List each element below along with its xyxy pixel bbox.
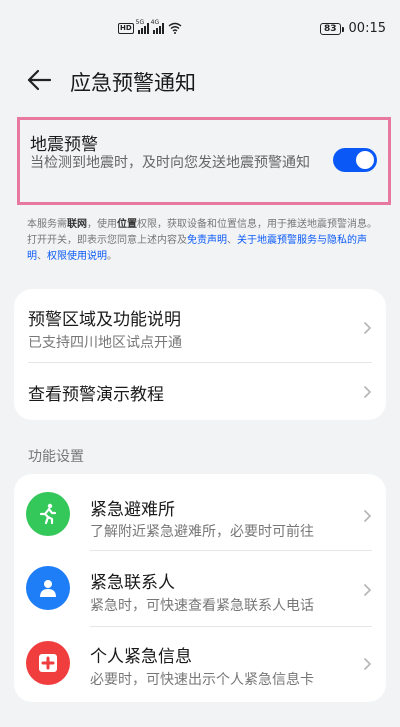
personal-emergency-info-item[interactable]: 个人紧急信息 必要时，可快速出示个人紧急信息卡	[14, 627, 386, 702]
info-card: 预警区域及功能说明 已支持四川地区试点开通 查看预警演示教程	[14, 289, 386, 420]
permission-usage-link[interactable]: 权限使用说明	[47, 251, 107, 262]
shelter-title: 紧急避难所	[90, 500, 175, 520]
demo-tutorial-item[interactable]: 查看预警演示教程	[14, 363, 386, 420]
battery-icon: 83	[320, 22, 344, 35]
personal-emergency-info-subtitle: 必要时，可快速出示个人紧急信息卡	[90, 672, 314, 688]
person-icon	[26, 566, 70, 610]
earthquake-warning-toggle[interactable]	[333, 148, 377, 172]
wifi-icon	[168, 22, 182, 34]
section-label-feature-settings: 功能设置	[28, 449, 84, 465]
notice-text: 本服务需	[27, 219, 67, 230]
page-header: 应急预警通知	[0, 58, 400, 102]
signal-label-1: 5G	[135, 18, 145, 26]
earthquake-warning-setting[interactable]: 地震预警 当检测到地震时，及时向您发送地震预警通知	[17, 117, 391, 205]
page-title: 应急预警通知	[70, 71, 196, 95]
warning-area-title: 预警区域及功能说明	[28, 310, 181, 330]
demo-tutorial-title: 查看预警演示教程	[28, 385, 164, 405]
personal-emergency-info-title: 个人紧急信息	[90, 647, 192, 667]
status-right: 83 00:15	[320, 21, 386, 36]
signal-icon-2: 4G	[151, 19, 164, 34]
clock: 00:15	[348, 21, 386, 36]
chevron-right-icon	[363, 657, 372, 671]
status-left: HD 5G 4G	[118, 19, 182, 34]
medical-cross-icon	[26, 641, 70, 685]
notice-text: 、	[227, 235, 237, 246]
chevron-right-icon	[363, 509, 372, 523]
notice-text: ，使用	[87, 219, 117, 230]
emergency-contacts-subtitle: 紧急时，可快速查看紧急联系人电话	[90, 598, 314, 614]
back-arrow-icon[interactable]	[26, 68, 52, 92]
notice-bold-location: 位置	[117, 219, 137, 230]
chevron-right-icon	[363, 385, 372, 399]
status-bar: HD 5G 4G 83 00:15	[0, 0, 400, 44]
notice-text: 、	[37, 251, 47, 262]
disclaimer-link[interactable]: 免责声明	[187, 235, 227, 246]
chevron-right-icon	[363, 583, 372, 597]
earthquake-warning-description: 当检测到地震时，及时向您发送地震预警通知	[30, 155, 310, 171]
hd-badge: HD	[118, 22, 134, 34]
shelter-subtitle: 了解附近紧急避难所，必要时可前往	[90, 524, 314, 540]
emergency-contacts-item[interactable]: 紧急联系人 紧急时，可快速查看紧急联系人电话	[14, 551, 386, 626]
warning-area-subtitle: 已支持四川地区试点开通	[28, 335, 182, 351]
notice-bold-network: 联网	[67, 219, 87, 230]
running-person-icon	[26, 492, 70, 536]
earthquake-warning-title: 地震预警	[30, 135, 98, 155]
notice-text: 。	[107, 251, 117, 262]
warning-area-item[interactable]: 预警区域及功能说明 已支持四川地区试点开通	[14, 289, 386, 361]
service-notice: 本服务需联网，使用位置权限，获取设备和位置信息，用于推送地震预警消息。打开开关，…	[27, 217, 377, 265]
emergency-contacts-title: 紧急联系人	[90, 573, 175, 593]
feature-settings-card: 紧急避难所 了解附近紧急避难所，必要时可前往 紧急联系人 紧急时，可快速查看紧急…	[14, 474, 386, 702]
signal-icon-1: 5G	[136, 19, 149, 34]
toggle-knob	[356, 151, 374, 169]
chevron-right-icon	[363, 321, 372, 335]
signal-label-2: 4G	[150, 18, 160, 26]
shelter-item[interactable]: 紧急避难所 了解附近紧急避难所，必要时可前往	[14, 474, 386, 550]
